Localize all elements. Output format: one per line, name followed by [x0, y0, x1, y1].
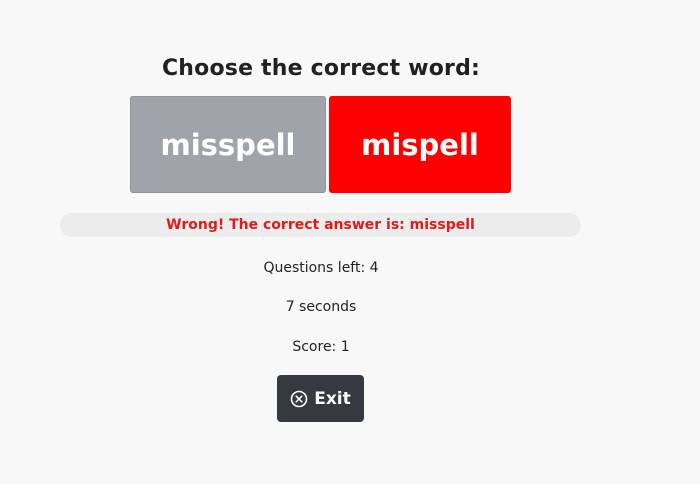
feedback-banner: Wrong! The correct answer is: misspell	[60, 213, 581, 237]
questions-left-text: Questions left: 4	[263, 260, 379, 276]
score-text: Score: 1	[292, 339, 350, 355]
exit-label: Exit	[314, 388, 351, 409]
choice-button-2[interactable]: mispell	[329, 96, 511, 193]
timer-text: 7 seconds	[285, 299, 357, 315]
close-circle-icon	[290, 390, 308, 408]
feedback-text: Wrong! The correct answer is: misspell	[166, 217, 475, 233]
quiz-title: Choose the correct word:	[161, 56, 481, 81]
choice-button-1[interactable]: misspell	[130, 96, 326, 193]
exit-button[interactable]: Exit	[277, 375, 364, 422]
